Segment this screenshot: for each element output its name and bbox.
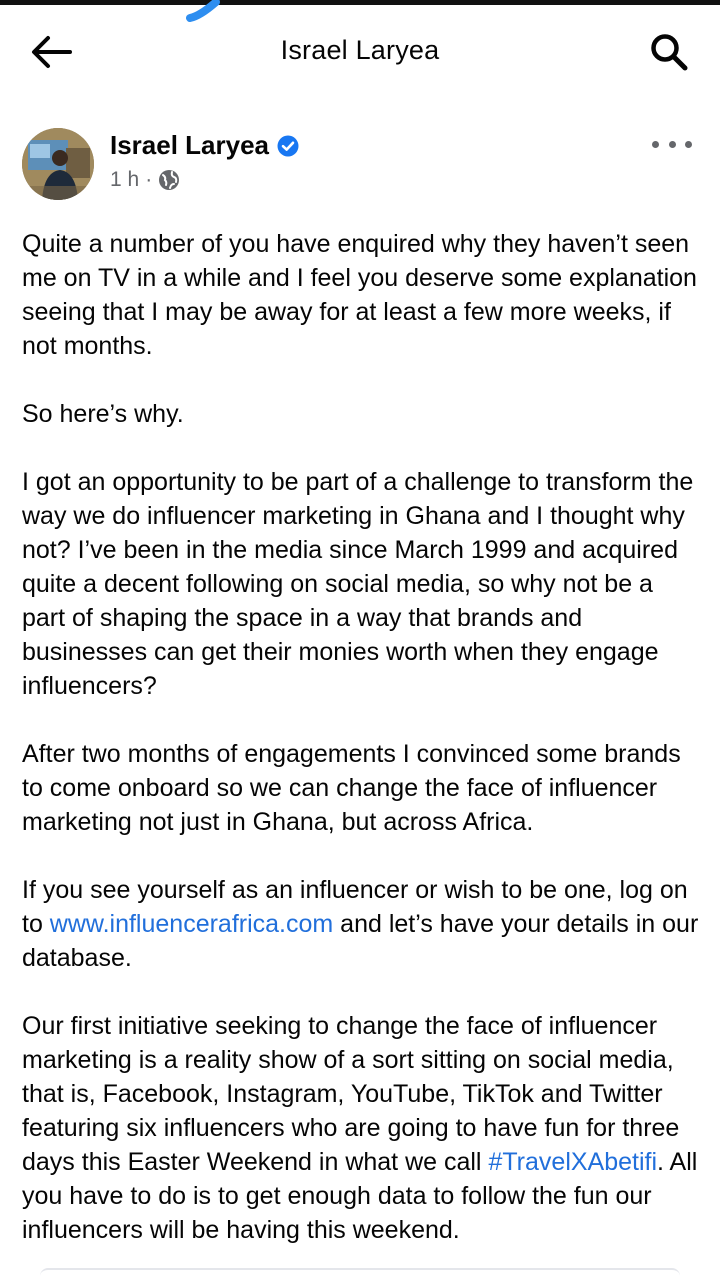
meta-separator: · bbox=[145, 168, 153, 191]
more-dot-icon bbox=[685, 140, 692, 148]
post-paragraph: Our first initiative seeking to change t… bbox=[22, 1009, 702, 1247]
more-dot-icon bbox=[652, 140, 659, 148]
author-name[interactable]: Israel Laryea bbox=[110, 130, 269, 161]
search-button[interactable] bbox=[644, 27, 694, 77]
globe-icon[interactable] bbox=[158, 169, 180, 191]
avatar-photo bbox=[22, 128, 94, 200]
more-dot-icon bbox=[668, 140, 676, 148]
author-row: Israel Laryea bbox=[110, 130, 299, 161]
bottom-sheet-edge bbox=[40, 1268, 680, 1280]
hashtag-link[interactable]: #TravelXAbetifi bbox=[488, 1148, 657, 1176]
post-paragraph: So here’s why. bbox=[22, 400, 184, 428]
post-time[interactable]: 1 h bbox=[110, 168, 139, 192]
more-options-button[interactable] bbox=[652, 134, 692, 154]
avatar[interactable] bbox=[22, 128, 94, 200]
post-paragraph: If you see yourself as an influencer or … bbox=[22, 873, 702, 975]
website-link[interactable]: www.influencerafrica.com bbox=[50, 910, 333, 938]
post-paragraph: After two months of engagements I convin… bbox=[22, 740, 681, 836]
post-paragraph: Quite a number of you have enquired why … bbox=[22, 230, 697, 360]
post-meta: 1 h · bbox=[110, 168, 180, 192]
page-title: Israel Laryea bbox=[280, 35, 440, 65]
search-icon bbox=[651, 34, 688, 71]
post-paragraph: I got an opportunity to be part of a cha… bbox=[22, 468, 694, 700]
app-header: Israel Laryea bbox=[0, 5, 720, 97]
post-header: Israel Laryea 1 h · bbox=[0, 126, 720, 206]
post-text: Quite a number of you have enquired why … bbox=[22, 227, 702, 1281]
verified-badge-icon bbox=[277, 135, 299, 156]
